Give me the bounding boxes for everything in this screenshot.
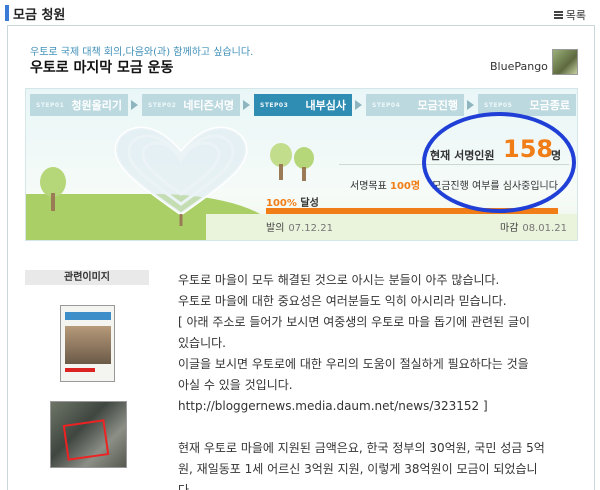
start-date: 발의 07.12.21	[266, 219, 333, 234]
step-number: STEP03	[260, 101, 289, 109]
campaign-banner: STEP01 청원올리기 STEP02 네티즌서명 STEP03 내부심사 ST…	[25, 88, 578, 241]
step-arrow-icon	[131, 100, 139, 110]
achievement: 100% 달성	[266, 194, 319, 209]
tree-illustration	[294, 147, 314, 169]
step-3: STEP03 내부심사	[254, 94, 362, 116]
step-arrow-icon	[467, 100, 475, 110]
body-link[interactable]: http://bloggernews.media.daum.net/news/3…	[178, 396, 573, 417]
list-icon	[553, 11, 563, 19]
campaign-title: 우토로 마지막 모금 운동	[30, 60, 174, 76]
body-line: 이글을 보시면 우토로에 대한 우리의 도움이 절실하게 필요하다는 것을	[178, 357, 529, 371]
body-line: 있습니다.	[178, 336, 226, 350]
poster-stripe	[65, 368, 95, 372]
body-line: 다.	[178, 483, 193, 490]
step-label: 청원올리기	[71, 99, 122, 112]
poster-band	[65, 312, 111, 320]
tree-trunk	[279, 164, 283, 180]
start-label: 발의	[266, 223, 285, 234]
campaign-subtitle: 우토로 국제 대책 회의,다음와(과) 함께하고 싶습니다.	[30, 47, 254, 58]
step-arrow-icon	[243, 100, 251, 110]
step-label: 네티즌서명	[183, 99, 234, 112]
tree-trunk	[302, 167, 306, 181]
tree-trunk	[51, 193, 55, 211]
step-number: STEP02	[148, 101, 177, 109]
list-label: 목록	[565, 9, 586, 22]
step-label: 모금종료	[529, 99, 570, 112]
highlight-circle	[422, 112, 576, 213]
step-2: STEP02 네티즌서명	[142, 94, 250, 116]
end-label: 마감	[500, 223, 519, 234]
title-marker	[5, 5, 9, 21]
step-number: STEP01	[36, 101, 65, 109]
body-line: [ 아래 주소로 들어가 보시면 여중생의 우토로 마을 돕기에 관련된 글이	[178, 315, 530, 329]
campaign-body: 우토로 마을이 모두 해결된 것으로 아시는 분들이 아주 많습니다. 우토로 …	[178, 270, 573, 490]
signature-goal: 서명목표 100명	[350, 177, 420, 192]
step-1: STEP01 청원올리기	[30, 94, 138, 116]
hearts-illustration	[114, 126, 248, 226]
step-number: STEP04	[372, 101, 401, 109]
author-name[interactable]: BluePango	[490, 60, 548, 73]
end-value: 08.01.21	[522, 223, 567, 234]
body-line: 현재 우토로 마을에 지원된 금액은요, 한국 정부의 30억원, 국민 성금 …	[178, 441, 545, 455]
top-bar: 모금 청원 목록	[0, 0, 600, 26]
step-4: STEP04 모금진행	[366, 94, 474, 116]
body-line: 원, 재일동포 1세 어르신 3억원 지원, 이렇게 38억원이 모금이 되었습…	[178, 462, 538, 476]
step-label: 모금진행	[417, 99, 458, 112]
step-number: STEP05	[484, 101, 513, 109]
related-image-poster[interactable]	[60, 305, 115, 382]
body-line: 우토로 마을에 대한 중요성은 여러분들도 익히 아시리라 믿습니다.	[178, 294, 507, 308]
poster-photo	[65, 326, 111, 364]
goal-label: 서명목표	[350, 181, 387, 192]
related-image-aerial[interactable]	[50, 401, 127, 468]
end-date: 마감 08.01.21	[500, 219, 567, 234]
section-title: 모금 청원	[13, 8, 66, 23]
avatar[interactable]	[552, 49, 578, 75]
goal-value: 100명	[390, 181, 421, 192]
aerial-outline	[62, 419, 110, 461]
related-images-title: 관련이미지	[25, 270, 149, 285]
list-button[interactable]: 목록	[553, 7, 586, 23]
body-line: 아실 수 있을 것입니다.	[178, 378, 293, 392]
step-label: 내부심사	[305, 99, 346, 112]
step-arrow-icon	[355, 100, 363, 110]
start-value: 07.12.21	[288, 223, 333, 234]
body-line: 우토로 마을이 모두 해결된 것으로 아시는 분들이 아주 많습니다.	[178, 273, 500, 287]
